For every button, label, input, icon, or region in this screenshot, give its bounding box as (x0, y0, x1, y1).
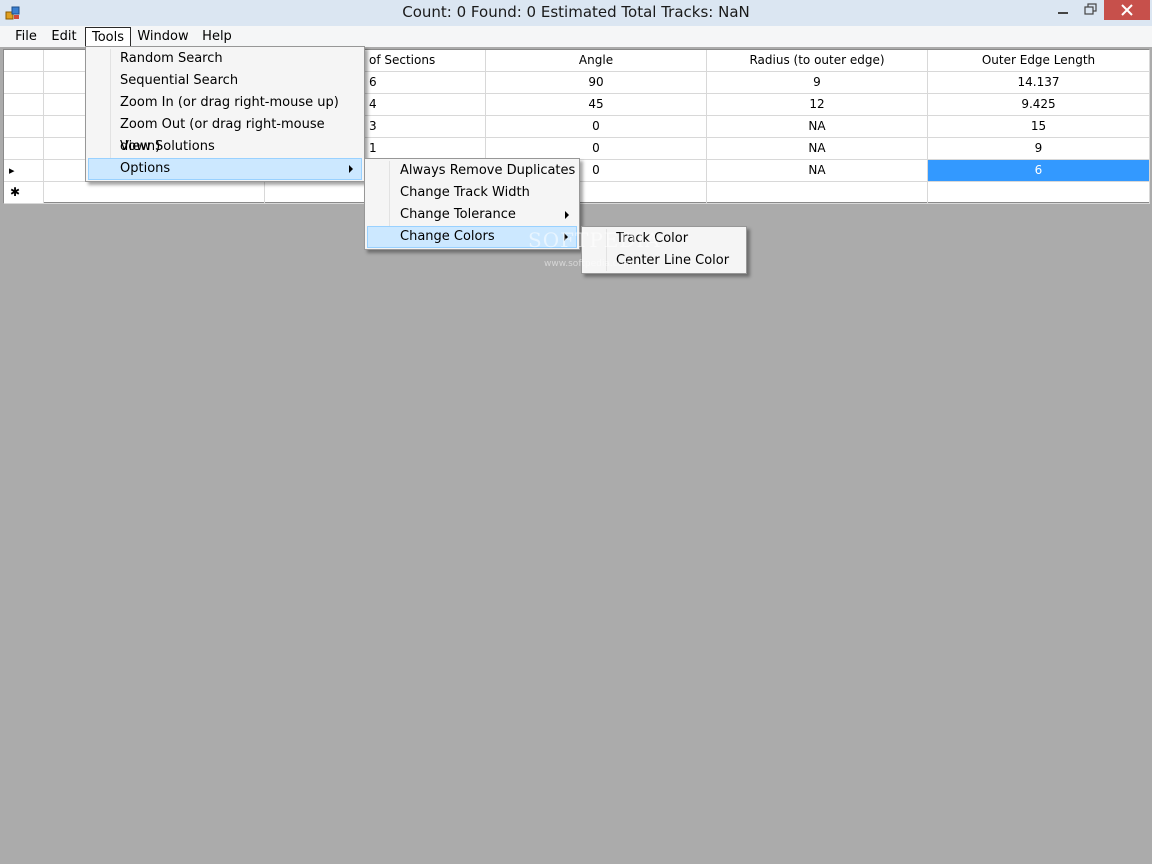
menu-item-label: Change Colors (400, 229, 495, 244)
menu-item-zoom-in[interactable]: Zoom In (or drag right-mouse up) (88, 92, 362, 114)
table-cell[interactable]: 0 (486, 138, 707, 160)
menu-item-label: Always Remove Duplicates (400, 163, 576, 178)
table-cell[interactable] (44, 182, 265, 204)
close-button[interactable] (1104, 0, 1150, 20)
watermark-url: www.softpedia.com (544, 259, 632, 269)
menu-item-label: Options (120, 161, 171, 176)
table-cell[interactable]: 12 (707, 94, 928, 116)
table-cell[interactable]: 14.137 (928, 72, 1150, 94)
menu-item-label: Zoom In (or drag right-mouse up) (120, 95, 339, 110)
table-cell[interactable]: NA (707, 160, 928, 182)
row-header[interactable] (4, 94, 44, 116)
table-cell[interactable] (707, 182, 928, 204)
selected-cell[interactable]: 6 (928, 160, 1150, 182)
menu-item-label: Change Track Width (400, 185, 530, 200)
current-row-indicator-icon[interactable]: ▸ (4, 160, 44, 182)
close-icon (1121, 4, 1133, 16)
table-cell[interactable]: NA (707, 138, 928, 160)
menu-window[interactable]: Window (134, 27, 192, 46)
menu-edit[interactable]: Edit (47, 27, 81, 46)
table-cell[interactable] (928, 182, 1150, 204)
restore-icon (1084, 3, 1097, 15)
menu-item-options[interactable]: Options (88, 158, 362, 180)
table-cell[interactable]: 15 (928, 116, 1150, 138)
menu-item-random-search[interactable]: Random Search (88, 48, 362, 70)
menu-item-change-tolerance[interactable]: Change Tolerance (367, 204, 577, 226)
submenu-arrow-icon (565, 211, 569, 219)
menu-bar: File Edit Tools Window Help (0, 26, 1152, 47)
menu-help[interactable]: Help (197, 27, 237, 46)
column-header-angle[interactable]: Angle (486, 50, 707, 72)
column-header-radius[interactable]: Radius (to outer edge) (707, 50, 928, 72)
table-cell[interactable]: 9 (928, 138, 1150, 160)
title-bar: Count: 0 Found: 0 Estimated Total Tracks… (0, 0, 1152, 26)
menu-tools[interactable]: Tools (85, 27, 131, 47)
minimize-icon (1058, 12, 1068, 14)
menu-item-change-track-width[interactable]: Change Track Width (367, 182, 577, 204)
row-header[interactable] (4, 72, 44, 94)
grid-corner-header[interactable] (4, 50, 44, 72)
column-header-outer-edge-length[interactable]: Outer Edge Length (928, 50, 1150, 72)
table-cell[interactable]: NA (707, 116, 928, 138)
menu-item-zoom-out[interactable]: Zoom Out (or drag right-mouse down) (88, 114, 362, 154)
submenu-arrow-icon (349, 165, 353, 173)
menu-item-view-solutions[interactable]: View Solutions (88, 136, 362, 158)
row-header[interactable] (4, 116, 44, 138)
new-row-icon[interactable]: ✱ (4, 182, 44, 204)
watermark: SOFTPEDIA (528, 228, 661, 252)
menu-file[interactable]: File (10, 27, 42, 46)
menu-item-label: View Solutions (120, 139, 215, 154)
window-title: Count: 0 Found: 0 Estimated Total Tracks… (402, 3, 750, 21)
menu-item-always-remove-duplicates[interactable]: Always Remove Duplicates (367, 160, 577, 182)
minimize-button[interactable] (1048, 0, 1078, 20)
menu-item-sequential-search[interactable]: Sequential Search (88, 70, 362, 92)
table-cell[interactable]: 45 (486, 94, 707, 116)
table-cell[interactable]: 90 (486, 72, 707, 94)
menu-item-label: Random Search (120, 51, 223, 66)
menu-item-label: Change Tolerance (400, 207, 516, 222)
tools-menu: Random Search Sequential Search Zoom In … (85, 46, 365, 182)
table-cell[interactable]: 9.425 (928, 94, 1150, 116)
table-cell[interactable]: 0 (486, 116, 707, 138)
row-header[interactable] (4, 138, 44, 160)
menu-item-label: Sequential Search (120, 73, 239, 88)
table-cell[interactable]: 9 (707, 72, 928, 94)
restore-button[interactable] (1078, 0, 1104, 20)
menu-item-label: Center Line Color (616, 253, 730, 268)
